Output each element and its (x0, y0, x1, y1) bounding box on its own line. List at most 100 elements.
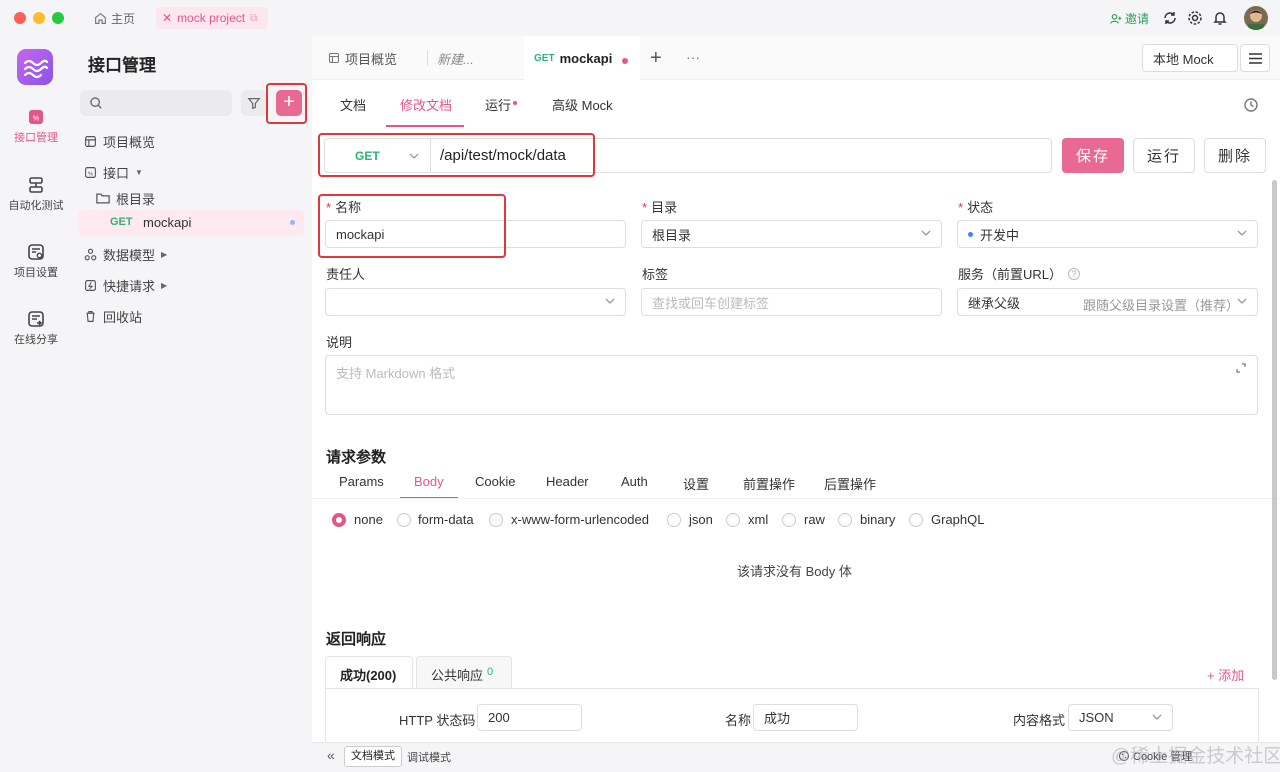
tab-project[interactable]: ✕ mock project ⧉ (156, 7, 268, 29)
response-title: 返回响应 (326, 631, 387, 648)
radio-none[interactable] (332, 513, 346, 527)
add-button[interactable]: + (276, 90, 302, 116)
sidebar-item-recycle[interactable]: 回收站 (84, 306, 142, 326)
rail-label-share: 在线分享 (14, 334, 58, 346)
params-tab-pre[interactable]: 前置操作 (743, 474, 795, 493)
sidebar-label-root: 根目录 (116, 191, 156, 207)
caret-right-icon: ▶ (161, 280, 168, 290)
content-format-select[interactable]: JSON (1068, 704, 1173, 731)
radio-form-data[interactable] (397, 513, 411, 527)
method-badge: GET (110, 216, 133, 228)
subtab-mock[interactable]: 高级 Mock (552, 95, 613, 114)
radio-label-urlencoded: x-www-form-urlencoded (511, 512, 649, 527)
collapse-sidebar-button[interactable]: « (327, 747, 335, 763)
run-button[interactable]: 运行 (1133, 138, 1195, 173)
sidebar-item-root[interactable]: 根目录 (96, 188, 155, 208)
gear-icon[interactable] (1187, 10, 1203, 26)
status-dot (968, 231, 973, 237)
radio-raw[interactable] (782, 513, 796, 527)
description-label: 说明 (326, 335, 353, 350)
rail-item-share[interactable]: 在线分享 (0, 310, 72, 347)
params-tab-auth[interactable]: Auth (621, 474, 648, 489)
params-tab-post[interactable]: 后置操作 (824, 474, 876, 493)
project-tab-label: mock project (177, 11, 246, 25)
sidebar-item-quick-requests[interactable]: 快捷请求 ▶ (84, 275, 167, 295)
sidebar-search-input[interactable] (80, 90, 232, 116)
params-tab-header[interactable]: Header (546, 474, 589, 489)
directory-select[interactable]: 根目录 (641, 220, 942, 248)
response-name-input[interactable]: 成功 (753, 704, 858, 731)
description-placeholder: 支持 Markdown 格式 (336, 366, 456, 381)
chevron-down-icon (1237, 298, 1247, 304)
save-button[interactable]: 保存 (1062, 138, 1124, 173)
service-select[interactable]: 继承父级 跟随父级目录设置（推荐） (957, 288, 1258, 316)
sidebar-title: 接口管理 (88, 56, 156, 75)
radio-xml[interactable] (726, 513, 740, 527)
menu-button[interactable] (1240, 44, 1270, 72)
rail-item-automation[interactable]: 自动化测试 (0, 176, 72, 213)
tab-home[interactable]: 主页 (88, 7, 141, 29)
caret-down-icon: ▼ (135, 167, 143, 177)
subtab-run[interactable]: 运行 (485, 95, 511, 114)
subtab-doc[interactable]: 文档 (340, 95, 366, 114)
sidebar-item-overview[interactable]: 项目概览 (84, 131, 155, 151)
subtab-edit[interactable]: 修改文档 (400, 95, 452, 114)
doc-mode-button[interactable]: 文档模式 (344, 746, 402, 767)
http-status-value: 200 (488, 710, 510, 725)
add-response-button[interactable]: + 添加 (1207, 665, 1244, 684)
zoom-window-button[interactable] (52, 12, 64, 24)
trash-icon (86, 310, 95, 322)
delete-button[interactable]: 删除 (1204, 138, 1266, 173)
filter-button[interactable] (241, 90, 267, 116)
radio-json[interactable] (667, 513, 681, 527)
params-tab-cookie[interactable]: Cookie (475, 474, 515, 489)
rail-label-project-settings: 项目设置 (14, 267, 58, 279)
tags-input[interactable]: 查找或回车创建标签 (641, 288, 942, 316)
status-select[interactable]: 开发中 (957, 220, 1258, 248)
sidebar-item-mockapi[interactable]: GET mockapi (78, 210, 304, 236)
bell-icon[interactable] (1212, 10, 1228, 26)
content-format-label: 内容格式 (1013, 713, 1066, 728)
debug-mode-button[interactable]: 调试模式 (407, 749, 451, 765)
avatar[interactable] (1244, 6, 1268, 30)
sidebar-item-schemas[interactable]: 数据模型 ▶ (84, 244, 167, 264)
scrollbar[interactable] (1272, 180, 1277, 680)
close-tab-icon[interactable]: ✕ (162, 11, 172, 25)
sync-icon[interactable] (1162, 10, 1178, 26)
run-dot (513, 101, 517, 105)
sidebar-item-apis[interactable]: % 接口 ▼ (84, 162, 143, 182)
params-tab-settings[interactable]: 设置 (683, 474, 709, 493)
params-tab-params[interactable]: Params (339, 474, 384, 489)
radio-graphql[interactable] (909, 513, 923, 527)
http-status-input[interactable]: 200 (477, 704, 582, 731)
more-tabs-button[interactable]: ··· (686, 49, 700, 65)
invite-label: 邀请 (1125, 12, 1150, 26)
highlight-url (318, 133, 595, 177)
close-window-button[interactable] (14, 12, 26, 24)
params-tab-body[interactable]: Body (414, 474, 444, 489)
tab-mockapi-label: mockapi (559, 50, 613, 66)
response-tab-success[interactable]: 成功(200) (325, 656, 413, 689)
radio-urlencoded[interactable] (489, 513, 503, 527)
environment-select[interactable]: 本地 Mock (1142, 44, 1238, 72)
rail-label-api: 接口管理 (14, 132, 58, 144)
history-icon[interactable] (1243, 97, 1259, 113)
chevron-down-icon (921, 230, 931, 236)
add-tab-button[interactable]: + (650, 47, 662, 70)
tab-mockapi[interactable]: GET mockapi (534, 36, 612, 80)
tab-new[interactable]: 新建... (437, 36, 474, 80)
expand-icon[interactable] (1236, 363, 1246, 373)
app-logo (17, 49, 53, 85)
radio-binary[interactable] (838, 513, 852, 527)
minimize-window-button[interactable] (33, 12, 45, 24)
owner-select[interactable] (325, 288, 626, 316)
tab-overview[interactable]: 项目概览 (328, 36, 397, 80)
rail-item-project-settings[interactable]: 项目设置 (0, 243, 72, 280)
description-textarea[interactable]: 支持 Markdown 格式 (325, 355, 1258, 415)
rail-item-api[interactable]: % 接口管理 (0, 108, 72, 145)
help-icon[interactable]: ? (1068, 267, 1081, 280)
radio-label-form-data: form-data (418, 512, 474, 527)
response-tab-public[interactable]: 公共响应 0 (416, 656, 512, 689)
invite-button[interactable]: 邀请 (1110, 10, 1149, 27)
chevron-down-icon (1237, 230, 1247, 236)
